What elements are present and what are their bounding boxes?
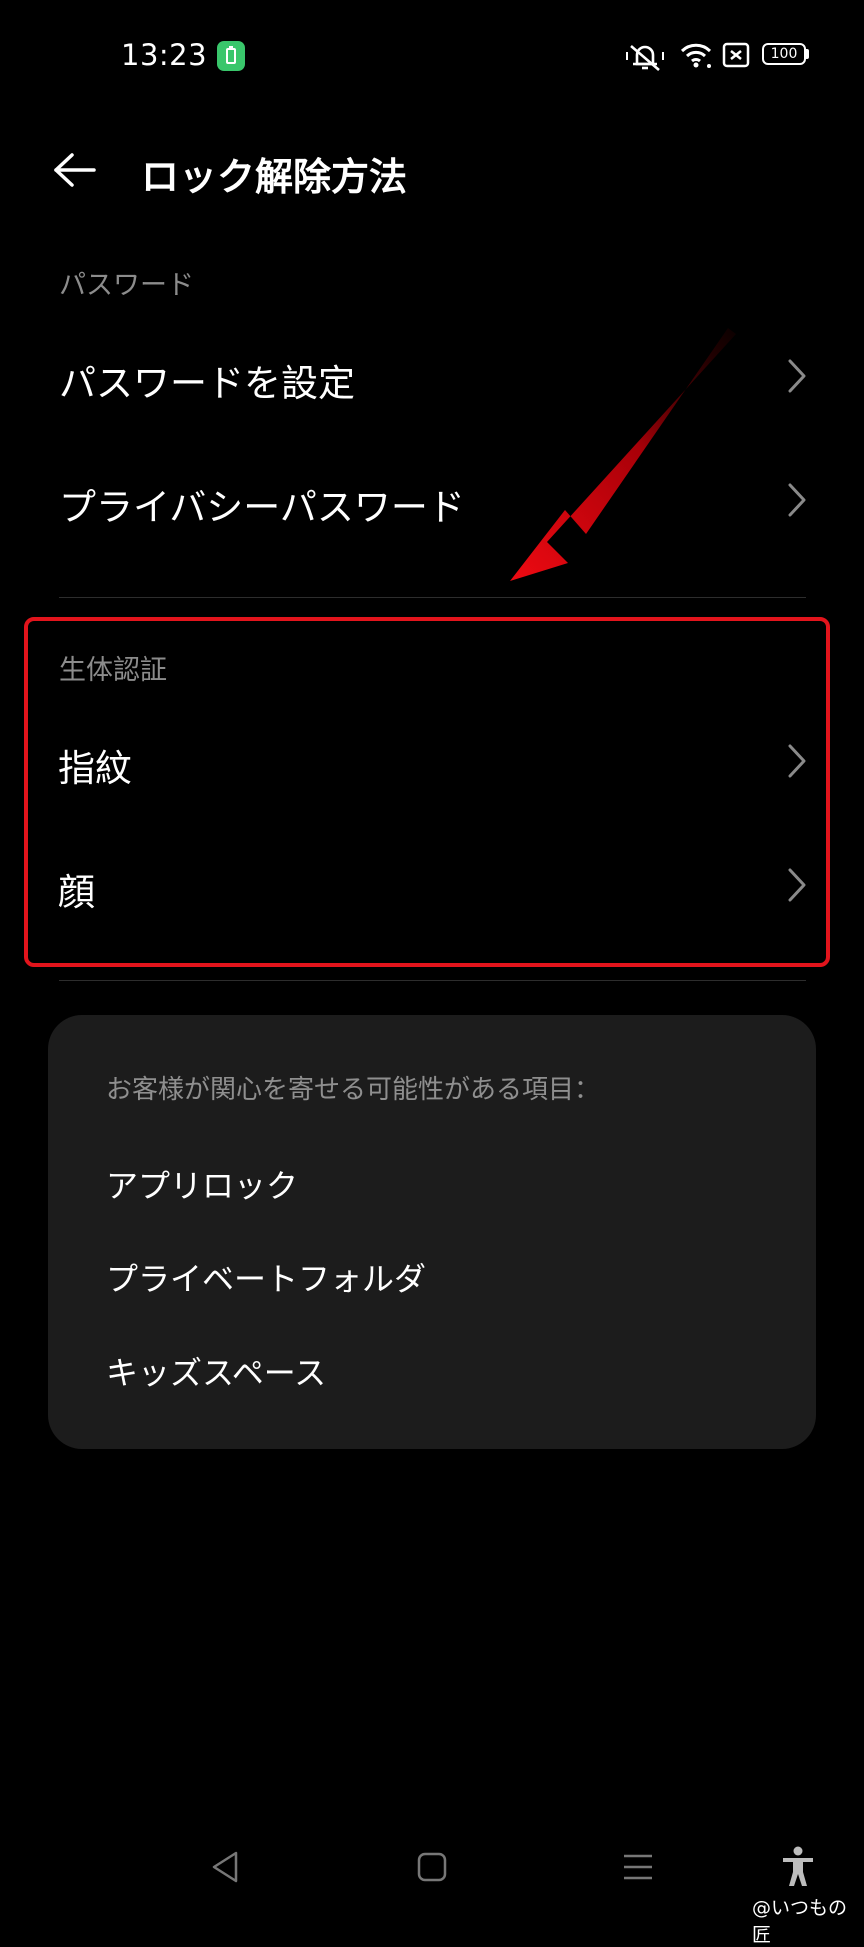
suggestions-heading: お客様が関心を寄せる可能性がある項目： [106,1075,601,1105]
mute-icon [626,45,664,71]
divider [59,597,806,598]
page-title: ロック解除方法 [141,155,408,199]
battery-saver-icon [217,41,245,71]
row-label: プライバシーパスワード [59,486,465,529]
back-arrow-icon[interactable] [52,150,98,190]
section-header-password: パスワード [59,270,194,301]
battery-icon: 100 [762,43,806,65]
row-label: パスワードを設定 [59,362,355,405]
back-triangle-icon[interactable] [210,1850,240,1884]
battery-cap [806,49,809,59]
watermark: @いつもの匠 [752,1897,848,1946]
chevron-right-icon [788,483,806,517]
suggestion-private-folder[interactable]: プライベートフォルダ [106,1254,426,1300]
home-square-icon[interactable] [416,1850,448,1884]
suggestion-kids-space[interactable]: キッズスペース [106,1348,326,1394]
no-sim-icon [722,42,750,68]
divider [59,980,806,981]
status-time: 13:23 [121,38,208,72]
highlight-box [24,617,830,967]
wifi-icon [680,43,712,68]
annotation-arrow [510,328,736,581]
accessibility-icon[interactable] [780,1846,816,1888]
suggestion-app-lock[interactable]: アプリロック [106,1161,298,1207]
recents-menu-icon[interactable] [622,1850,654,1884]
chevron-right-icon [788,359,806,393]
